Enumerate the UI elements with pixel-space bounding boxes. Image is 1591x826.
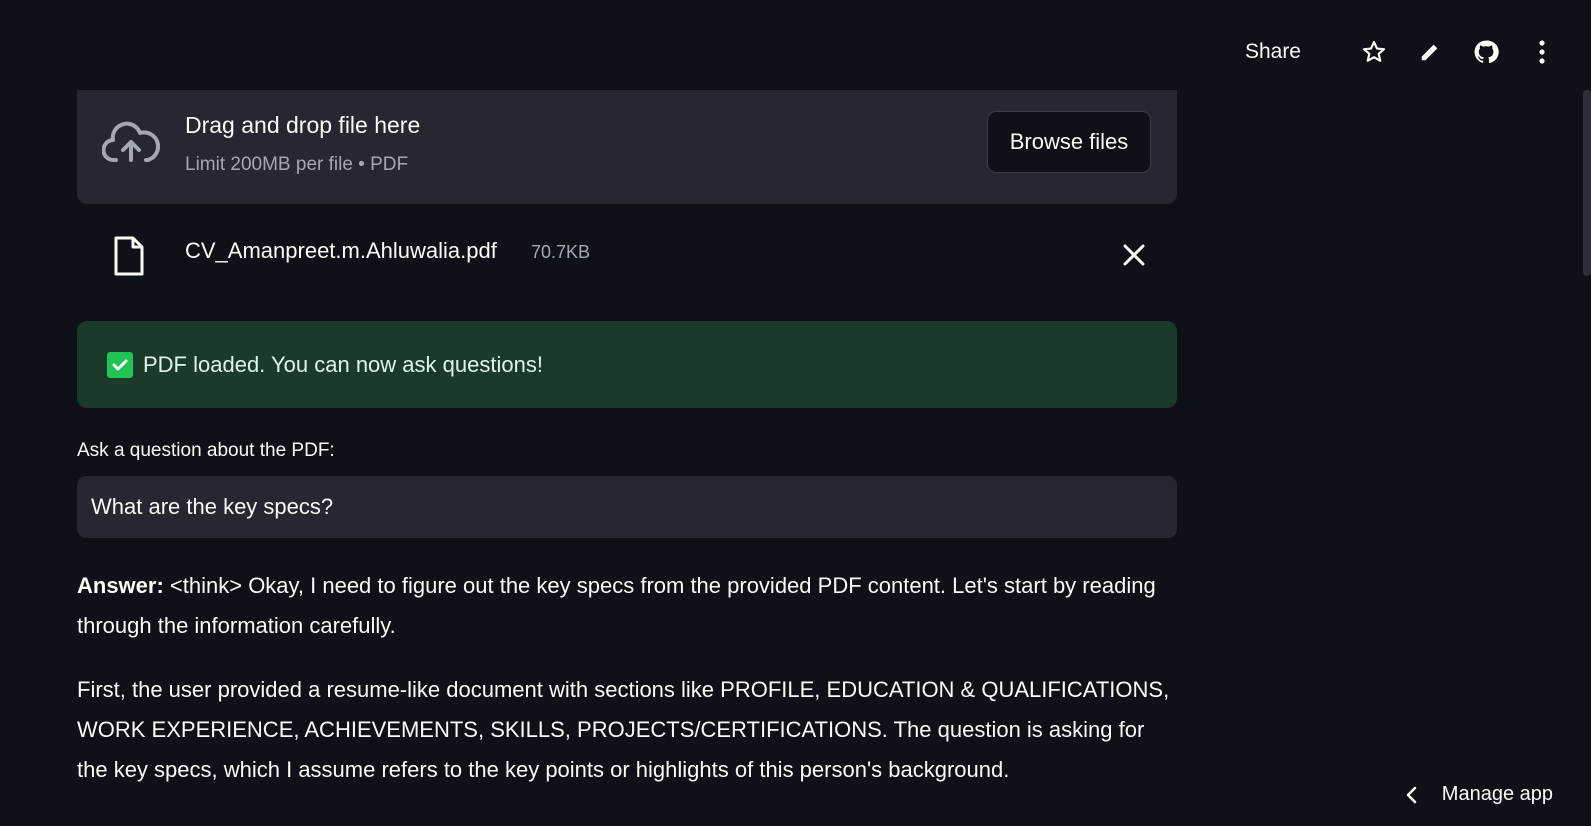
answer-block: Answer: <think> Okay, I need to figure o… (77, 566, 1177, 790)
star-icon[interactable] (1361, 39, 1387, 65)
scrollbar[interactable] (1583, 90, 1591, 276)
dropzone-instructions: Drag and drop file here (185, 112, 421, 138)
success-alert-text: PDF loaded. You can now ask questions! (143, 351, 543, 377)
browse-files-button[interactable]: Browse files (987, 111, 1151, 173)
file-icon (113, 236, 145, 276)
file-uploader-dropzone[interactable]: Drag and drop file here Limit 200MB per … (77, 90, 1177, 204)
chevron-left-icon (1402, 785, 1422, 805)
answer-paragraph-1: Answer: <think> Okay, I need to figure o… (77, 566, 1177, 646)
manage-app-label: Manage app (1441, 783, 1553, 805)
dropzone-limit-text: Limit 200MB per file • PDF (185, 154, 409, 175)
question-label: Ask a question about the PDF: (77, 440, 335, 461)
answer-label: Answer: (77, 573, 164, 598)
close-icon[interactable] (1119, 240, 1149, 270)
main-content: Drag and drop file here Limit 200MB per … (77, 90, 1177, 790)
success-alert: PDF loaded. You can now ask questions! (77, 321, 1177, 408)
pencil-icon[interactable] (1417, 39, 1443, 65)
github-icon[interactable] (1473, 39, 1499, 65)
cloud-upload-icon (101, 120, 161, 166)
more-vertical-icon[interactable] (1529, 39, 1555, 65)
uploaded-file-name: CV_Amanpreet.m.Ahluwalia.pdf (185, 238, 497, 263)
check-icon (107, 351, 133, 378)
manage-app-button[interactable]: Manage app (1402, 783, 1553, 806)
uploaded-file-size: 70.7KB (531, 242, 591, 262)
share-button[interactable]: Share (1245, 40, 1301, 64)
answer-paragraph-2: First, the user provided a resume-like d… (77, 677, 1170, 782)
uploaded-file-row: CV_Amanpreet.m.Ahluwalia.pdf 70.7KB (77, 204, 1177, 304)
top-toolbar: Share (1245, 28, 1555, 76)
question-input[interactable] (77, 476, 1177, 538)
answer-text-1: <think> Okay, I need to figure out the k… (77, 573, 1156, 638)
